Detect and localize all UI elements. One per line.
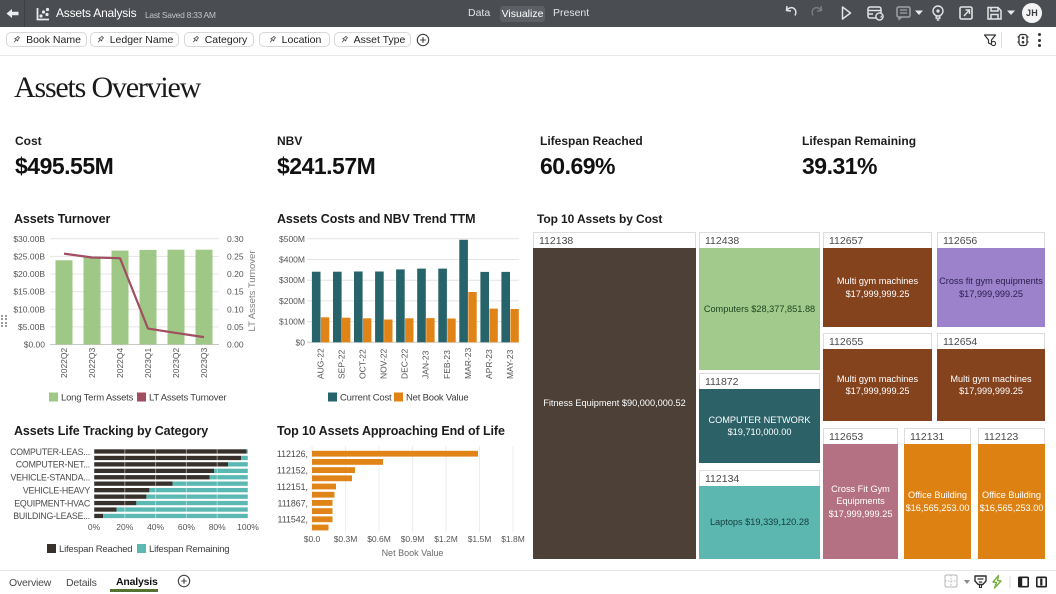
svg-text:Net Book Value: Net Book Value (382, 548, 444, 558)
svg-text:112126,: 112126, (277, 449, 308, 459)
svg-text:SEP-22: SEP-22 (337, 349, 347, 379)
svg-text:2023Q3: 2023Q3 (199, 347, 209, 378)
svg-text:$400M: $400M (279, 255, 305, 265)
svg-text:20%: 20% (116, 522, 133, 532)
svg-text:Lifespan Remaining: Lifespan Remaining (149, 544, 229, 555)
svg-text:$20.00B: $20.00B (13, 269, 45, 279)
svg-text:COMPUTER-NET...: COMPUTER-NET... (16, 460, 90, 470)
svg-text:FEB-23: FEB-23 (442, 350, 452, 379)
svg-text:$25.00B: $25.00B (13, 251, 45, 261)
svg-text:$100M: $100M (279, 317, 305, 327)
svg-text:MAY-23: MAY-23 (505, 349, 515, 379)
svg-text:0.10: 0.10 (227, 304, 244, 314)
svg-text:APR-23: APR-23 (484, 349, 494, 379)
svg-text:$30.00B: $30.00B (13, 234, 45, 244)
svg-text:LT Assets Turnover: LT Assets Turnover (247, 251, 258, 332)
svg-text:DEC-22: DEC-22 (400, 348, 410, 379)
svg-text:COMPUTER-LEAS...: COMPUTER-LEAS... (10, 447, 90, 457)
svg-text:Long Term Assets: Long Term Assets (61, 393, 134, 404)
svg-text:LT Assets Turnover: LT Assets Turnover (149, 393, 226, 404)
svg-text:VEHICLE-HEAVY: VEHICLE-HEAVY (23, 485, 90, 495)
svg-text:$5.00B: $5.00B (18, 322, 45, 332)
svg-text:40%: 40% (147, 522, 164, 532)
svg-text:BUILDING-LEASE...: BUILDING-LEASE... (13, 511, 90, 521)
svg-text:0.00: 0.00 (227, 340, 244, 350)
svg-text:2022Q2: 2022Q2 (59, 347, 69, 378)
svg-text:0.25: 0.25 (227, 251, 244, 261)
svg-text:$0.00: $0.00 (24, 340, 46, 350)
svg-text:2022Q4: 2022Q4 (115, 347, 125, 378)
svg-text:$1.8M: $1.8M (501, 534, 525, 544)
svg-text:Current Cost: Current Cost (340, 393, 392, 404)
svg-text:$0.6M: $0.6M (367, 534, 391, 544)
svg-text:$0: $0 (296, 337, 306, 347)
svg-text:0.30: 0.30 (227, 234, 244, 244)
svg-text:$0.0: $0.0 (304, 534, 321, 544)
svg-text:0.15: 0.15 (227, 287, 244, 297)
svg-text:80%: 80% (209, 522, 226, 532)
svg-text:0.05: 0.05 (227, 322, 244, 332)
svg-text:Lifespan Reached: Lifespan Reached (59, 544, 132, 555)
svg-text:0.20: 0.20 (227, 269, 244, 279)
svg-text:NOV-22: NOV-22 (379, 348, 389, 379)
svg-text:2022Q3: 2022Q3 (87, 347, 97, 378)
svg-text:$0.3M: $0.3M (334, 534, 358, 544)
svg-text:112151,: 112151, (277, 482, 308, 492)
svg-text:$300M: $300M (279, 275, 305, 285)
svg-text:111542,: 111542, (278, 515, 309, 525)
svg-text:111867,: 111867, (278, 498, 309, 508)
svg-text:VEHICLE-STANDA...: VEHICLE-STANDA... (10, 473, 90, 483)
svg-text:$15.00B: $15.00B (13, 287, 45, 297)
svg-text:112152,: 112152, (277, 466, 308, 476)
svg-text:$10.00B: $10.00B (13, 304, 45, 314)
svg-text:0%: 0% (88, 522, 101, 532)
svg-text:EQUIPMENT-HVAC: EQUIPMENT-HVAC (14, 498, 91, 508)
svg-text:2023Q2: 2023Q2 (171, 347, 181, 378)
svg-text:100%: 100% (237, 522, 259, 532)
svg-text:$200M: $200M (279, 296, 305, 306)
svg-text:$0.9M: $0.9M (401, 534, 425, 544)
svg-text:JAN-23: JAN-23 (421, 350, 431, 379)
svg-text:2023Q1: 2023Q1 (143, 347, 153, 378)
svg-text:$500M: $500M (279, 234, 305, 244)
svg-text:60%: 60% (178, 522, 195, 532)
svg-text:$1.5M: $1.5M (468, 534, 492, 544)
svg-text:$1.2M: $1.2M (434, 534, 458, 544)
svg-text:MAR-23: MAR-23 (463, 348, 473, 379)
svg-text:OCT-22: OCT-22 (358, 349, 368, 379)
svg-text:AUG-22: AUG-22 (315, 348, 325, 379)
svg-text:Net Book Value: Net Book Value (406, 393, 469, 404)
